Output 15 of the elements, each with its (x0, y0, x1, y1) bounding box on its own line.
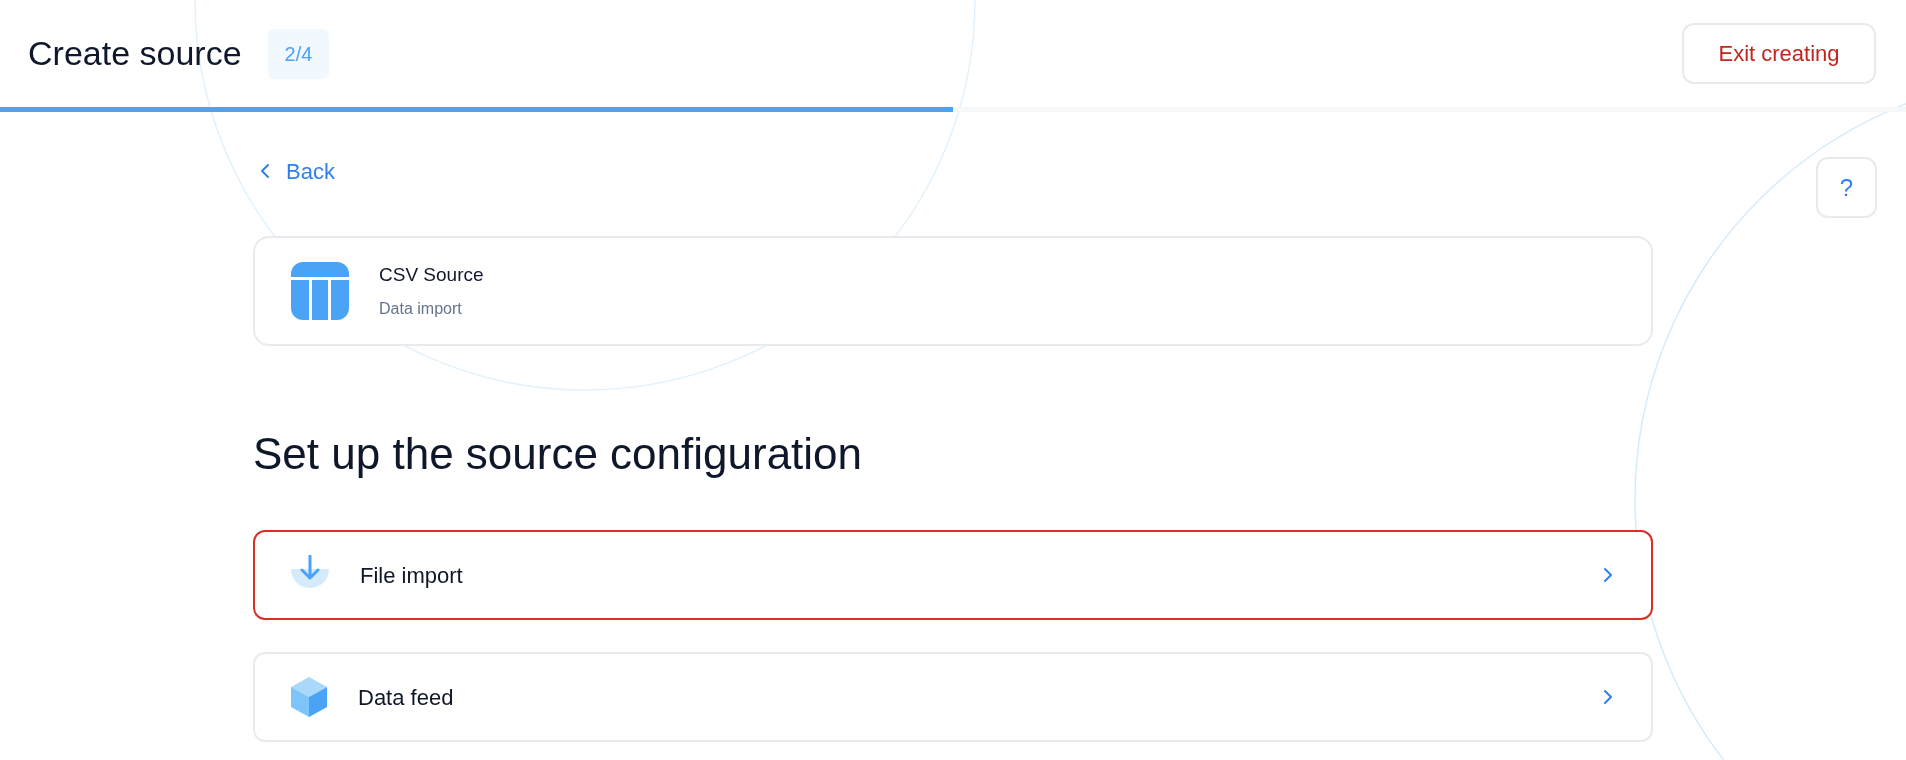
chevron-left-icon (260, 163, 270, 179)
exit-creating-button[interactable]: Exit creating (1682, 23, 1876, 84)
help-button[interactable]: ? (1816, 157, 1877, 218)
step-counter: 2/4 (267, 28, 330, 79)
chevron-right-icon (1603, 567, 1613, 583)
back-link[interactable]: Back (260, 158, 335, 184)
source-subtitle: Data import (379, 299, 463, 320)
option-row[interactable]: Data feed (253, 652, 1653, 742)
option-row[interactable]: File import (253, 530, 1653, 620)
section-heading: Set up the source configuration (253, 432, 864, 476)
source-name: CSV Source (379, 262, 484, 287)
cube-icon (290, 676, 328, 718)
chevron-right-icon (1603, 689, 1613, 705)
table-icon (291, 262, 349, 320)
page-title: Create source (28, 33, 242, 74)
